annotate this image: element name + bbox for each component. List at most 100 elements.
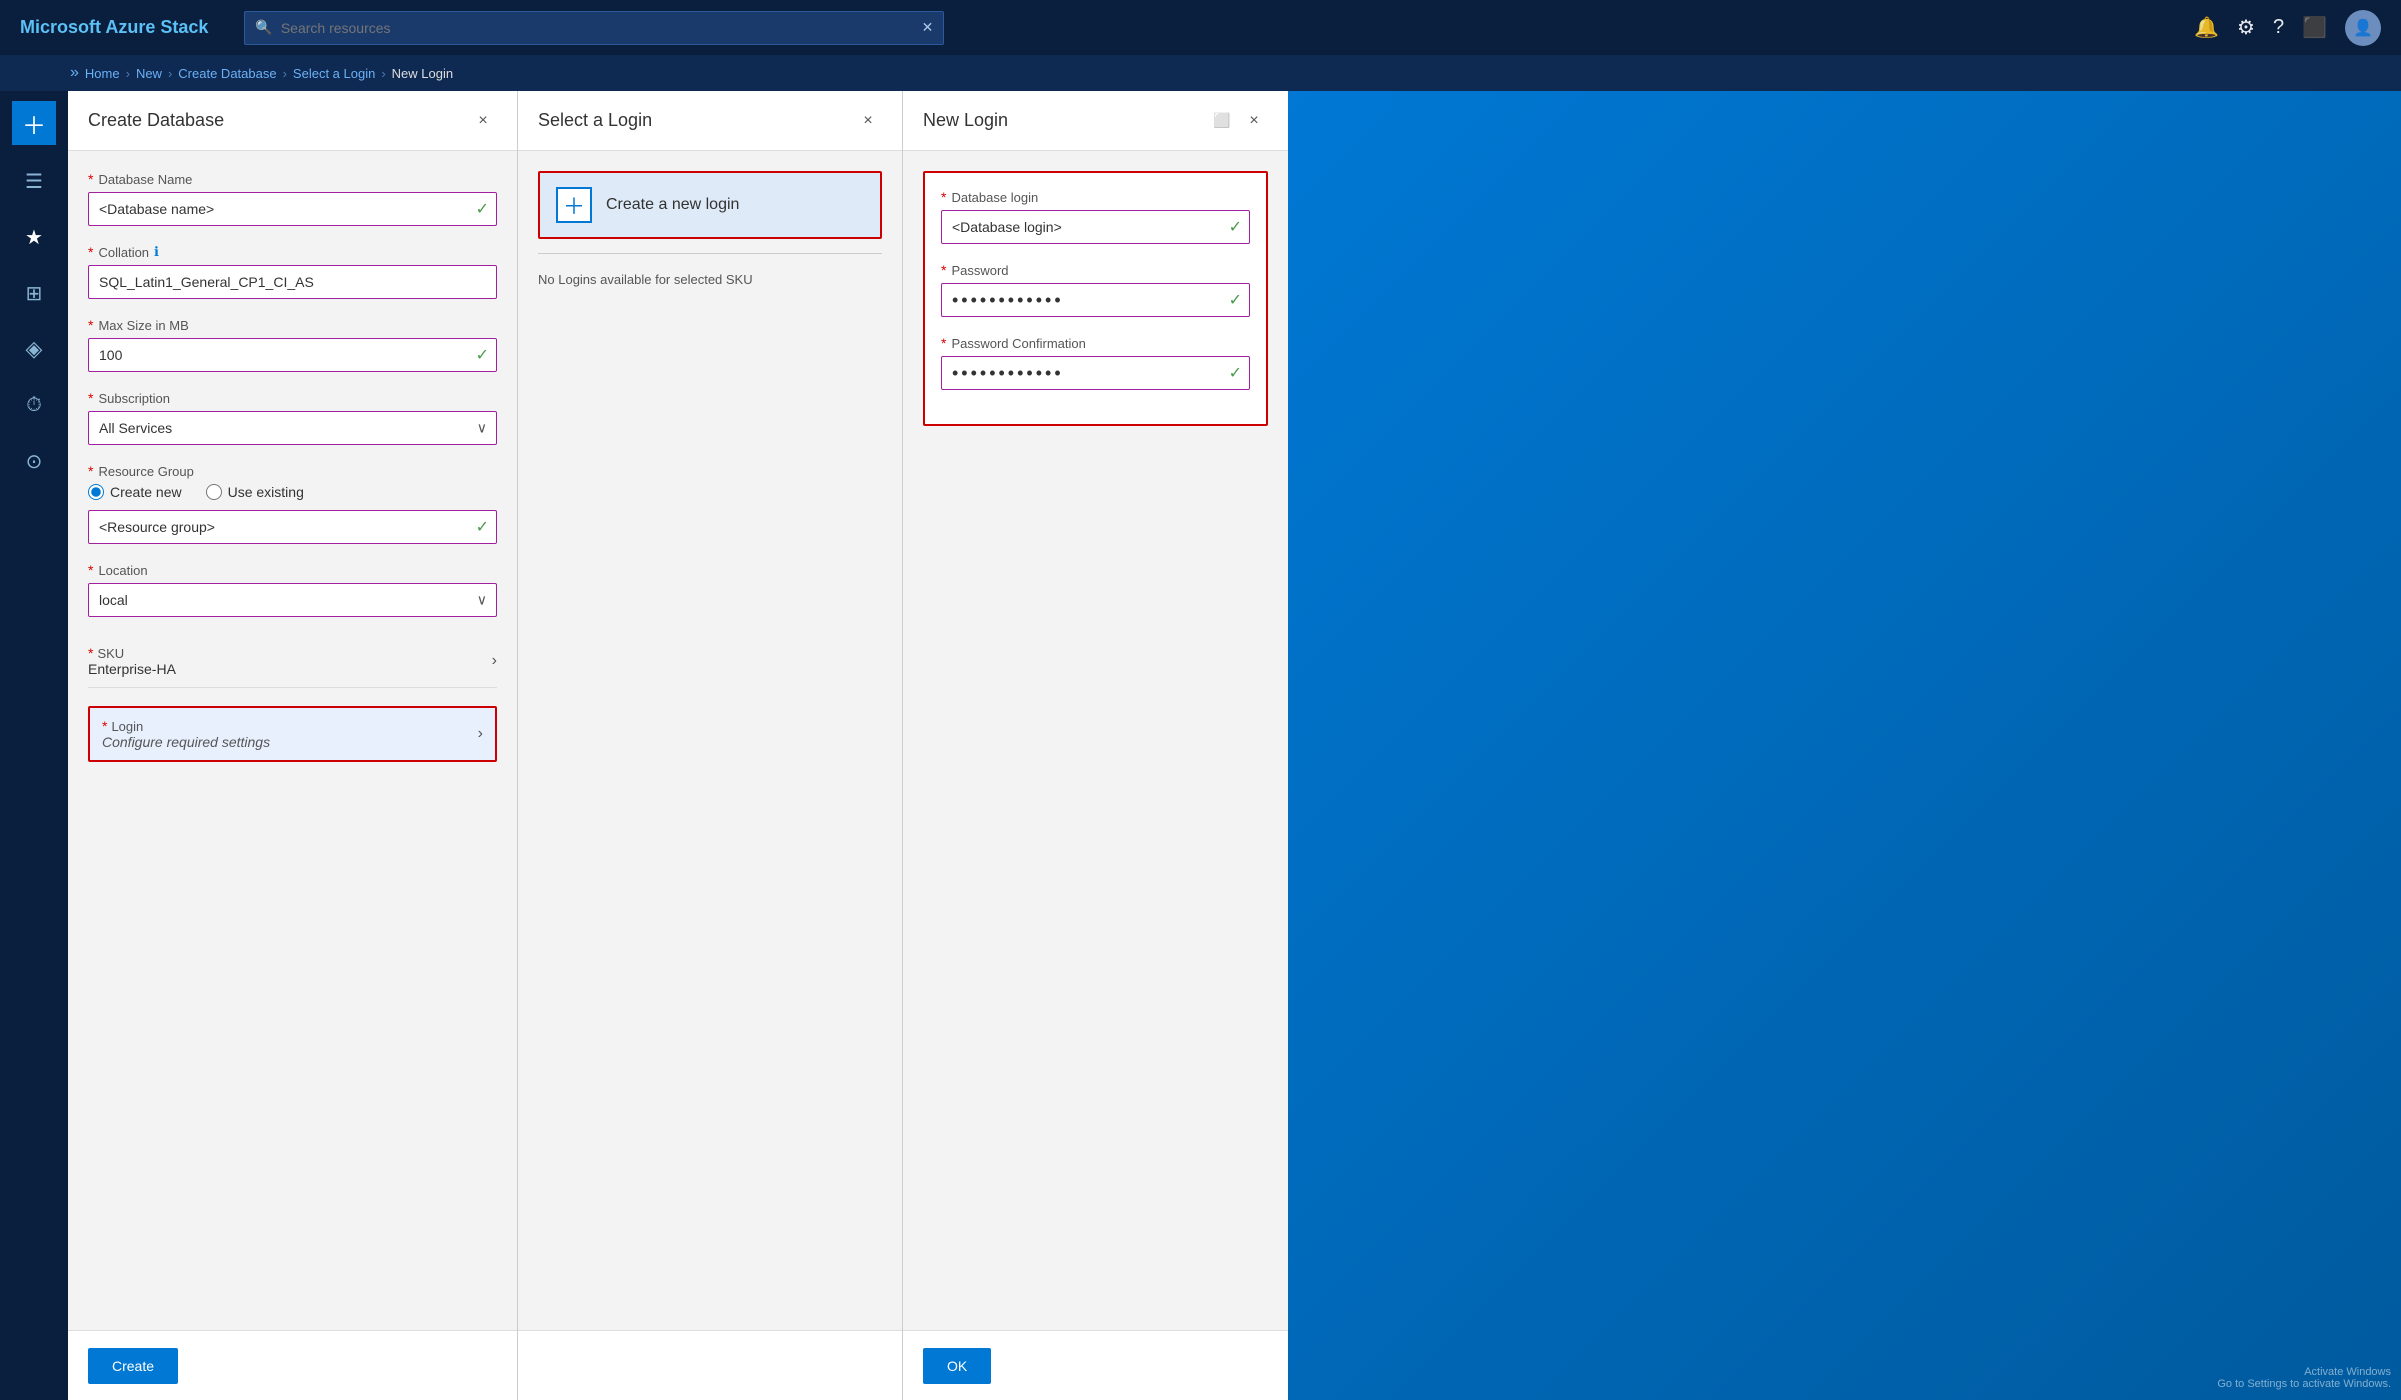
new-login-maximize-button[interactable]: ⬜ bbox=[1208, 107, 1236, 135]
required-star-location: * bbox=[88, 562, 93, 578]
search-input[interactable] bbox=[281, 20, 914, 36]
breadcrumb-new-login[interactable]: New Login bbox=[392, 66, 453, 81]
sidebar-item-favorites[interactable]: ★ bbox=[0, 211, 68, 263]
breadcrumb-select-login[interactable]: Select a Login bbox=[293, 66, 375, 81]
db-login-check-icon: ✓ bbox=[1229, 217, 1242, 237]
create-database-panel: Create Database × * Database Name ✓ bbox=[68, 91, 518, 1400]
sku-group: * SKU Enterprise-HA › bbox=[88, 635, 497, 688]
login-nav-field[interactable]: * Login Configure required settings › bbox=[88, 706, 497, 762]
select-login-close-button[interactable]: × bbox=[854, 107, 882, 135]
sidebar-item-menu[interactable]: ☰ bbox=[0, 155, 68, 207]
location-group: * Location local ∨ bbox=[88, 562, 497, 617]
main-layout: ＋ ☰ ★ ⊞ ◈ ⏱ ⊙ Create Database × * Databa… bbox=[0, 91, 2401, 1400]
resource-group-label: * Resource Group bbox=[88, 463, 497, 479]
topbar: Microsoft Azure Stack 🔍 ✕ 🔔 ⚙ ? ⬛ 👤 bbox=[0, 0, 2401, 55]
select-login-header: Select a Login × bbox=[518, 91, 902, 151]
create-database-title: Create Database bbox=[88, 110, 469, 131]
breadcrumb: » Home › New › Create Database › Select … bbox=[0, 55, 2401, 91]
password-label: * Password bbox=[941, 262, 1250, 278]
location-label: * Location bbox=[88, 562, 497, 578]
max-size-label: * Max Size in MB bbox=[88, 317, 497, 333]
required-star-sku: * bbox=[88, 645, 93, 661]
required-star-password: * bbox=[941, 262, 946, 278]
sidebar-item-dashboard[interactable]: ⊞ bbox=[0, 267, 68, 319]
max-size-input[interactable] bbox=[88, 338, 497, 372]
search-clear-icon[interactable]: ✕ bbox=[922, 19, 934, 36]
database-name-input[interactable] bbox=[88, 192, 497, 226]
db-login-input[interactable] bbox=[941, 210, 1250, 244]
new-login-form-section: * Database login ✓ * bbox=[923, 171, 1268, 426]
db-login-wrapper: ✓ bbox=[941, 210, 1250, 244]
database-name-group: * Database Name ✓ bbox=[88, 171, 497, 226]
required-star-max-size: * bbox=[88, 317, 93, 333]
feedback-icon[interactable]: ⬛ bbox=[2302, 15, 2327, 40]
new-login-body: * Database login ✓ * bbox=[903, 151, 1288, 1330]
search-bar[interactable]: 🔍 ✕ bbox=[244, 11, 944, 45]
resource-group-input[interactable] bbox=[88, 510, 497, 544]
breadcrumb-new[interactable]: New bbox=[136, 66, 162, 81]
create-new-login-card[interactable]: ＋ Create a new login bbox=[538, 171, 882, 239]
breadcrumb-sep-4: › bbox=[381, 66, 385, 81]
required-star-login: * bbox=[102, 718, 107, 734]
required-star-db-login: * bbox=[941, 189, 946, 205]
database-name-wrapper: ✓ bbox=[88, 192, 497, 226]
sku-label: * SKU bbox=[88, 645, 492, 661]
radio-create-new[interactable]: Create new bbox=[88, 484, 182, 500]
create-database-close-button[interactable]: × bbox=[469, 107, 497, 135]
sidebar: ＋ ☰ ★ ⊞ ◈ ⏱ ⊙ bbox=[0, 91, 68, 1400]
select-login-body: ＋ Create a new login No Logins available… bbox=[518, 151, 902, 1330]
sku-value: Enterprise-HA bbox=[88, 661, 492, 677]
no-logins-text: No Logins available for selected SKU bbox=[538, 264, 882, 295]
password-input[interactable] bbox=[941, 283, 1250, 317]
question-icon[interactable]: ? bbox=[2273, 16, 2284, 39]
breadcrumb-sep-2: › bbox=[168, 66, 172, 81]
password-confirm-label: * Password Confirmation bbox=[941, 335, 1250, 351]
bell-icon[interactable]: 🔔 bbox=[2194, 15, 2219, 40]
max-size-group: * Max Size in MB ✓ bbox=[88, 317, 497, 372]
create-database-footer: Create bbox=[68, 1330, 517, 1400]
collation-info-icon[interactable]: ℹ bbox=[154, 244, 159, 260]
location-select-wrapper: local ∨ bbox=[88, 583, 497, 617]
sidebar-item-resources[interactable]: ◈ bbox=[0, 323, 68, 375]
subscription-select[interactable]: All Services bbox=[88, 411, 497, 445]
content-area: Create Database × * Database Name ✓ bbox=[68, 91, 2401, 1400]
collation-input[interactable] bbox=[88, 265, 497, 299]
ok-button[interactable]: OK bbox=[923, 1348, 991, 1384]
password-confirm-input[interactable] bbox=[941, 356, 1250, 390]
location-select[interactable]: local bbox=[88, 583, 497, 617]
subscription-select-wrapper: All Services ∨ bbox=[88, 411, 497, 445]
sku-nav-field[interactable]: * SKU Enterprise-HA › bbox=[88, 635, 497, 688]
create-database-panel-header: Create Database × bbox=[68, 91, 517, 151]
plus-icon-box: ＋ bbox=[556, 187, 592, 223]
breadcrumb-home[interactable]: Home bbox=[85, 66, 120, 81]
password-check-icon: ✓ bbox=[1229, 290, 1242, 310]
topbar-icons: 🔔 ⚙ ? ⬛ 👤 bbox=[2194, 10, 2381, 46]
login-label: * Login bbox=[102, 718, 478, 734]
gear-icon[interactable]: ⚙ bbox=[2237, 15, 2255, 40]
password-confirm-check-icon: ✓ bbox=[1229, 363, 1242, 383]
breadcrumb-expand[interactable]: » bbox=[70, 64, 79, 82]
password-confirm-group: * Password Confirmation ✓ bbox=[941, 335, 1250, 390]
breadcrumb-sep-1: › bbox=[126, 66, 130, 81]
app-title: Microsoft Azure Stack bbox=[20, 17, 208, 38]
new-login-close-button[interactable]: × bbox=[1240, 107, 1268, 135]
create-button[interactable]: Create bbox=[88, 1348, 178, 1384]
password-group: * Password ✓ bbox=[941, 262, 1250, 317]
new-login-footer: OK bbox=[903, 1330, 1288, 1400]
radio-use-existing[interactable]: Use existing bbox=[206, 484, 304, 500]
select-login-title: Select a Login bbox=[538, 110, 854, 131]
db-login-label: * Database login bbox=[941, 189, 1250, 205]
login-content: * Login Configure required settings bbox=[102, 718, 478, 750]
create-database-body: * Database Name ✓ * Collation bbox=[68, 151, 517, 1330]
subscription-group: * Subscription All Services ∨ bbox=[88, 390, 497, 445]
subscription-label: * Subscription bbox=[88, 390, 497, 406]
breadcrumb-create-db[interactable]: Create Database bbox=[178, 66, 276, 81]
avatar[interactable]: 👤 bbox=[2345, 10, 2381, 46]
windows-activate-text: Activate Windows Go to Settings to activ… bbox=[2217, 1366, 2391, 1390]
sidebar-add-button[interactable]: ＋ bbox=[12, 101, 56, 145]
collation-label: * Collation ℹ bbox=[88, 244, 497, 260]
create-new-login-text: Create a new login bbox=[606, 196, 739, 214]
select-login-panel: Select a Login × ＋ Create a new login No… bbox=[518, 91, 903, 1400]
sidebar-item-notifications[interactable]: ⊙ bbox=[0, 435, 68, 487]
sidebar-item-history[interactable]: ⏱ bbox=[0, 379, 68, 431]
